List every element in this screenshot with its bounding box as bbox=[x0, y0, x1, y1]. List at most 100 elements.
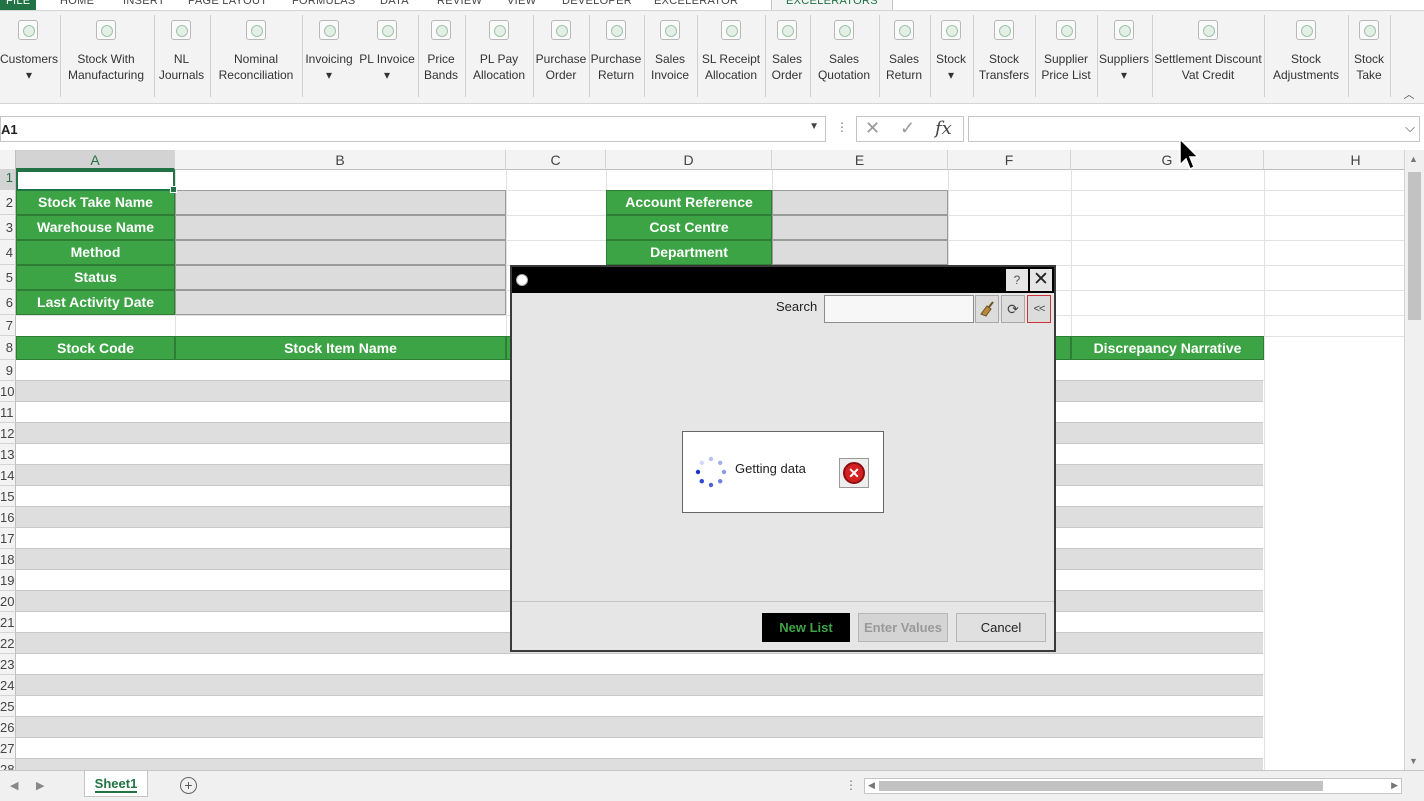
tab-developer[interactable]: DEVELOPER bbox=[562, 0, 632, 10]
name-box[interactable]: A1 ▼ bbox=[0, 116, 826, 142]
settlement-discount-vat-credit-button[interactable]: Settlement Discount Vat Credit bbox=[1152, 11, 1264, 99]
row-header[interactable]: 19 bbox=[0, 570, 16, 591]
vertical-scroll-thumb[interactable] bbox=[1408, 172, 1421, 320]
stock-take-button[interactable]: Stock Take bbox=[1348, 11, 1390, 99]
row-header[interactable]: 22 bbox=[0, 633, 16, 654]
cancel-entry-icon[interactable]: ✕ bbox=[865, 118, 880, 139]
row-header[interactable]: 1 bbox=[0, 170, 16, 190]
sl-receipt-allocation-button[interactable]: SL Receipt Allocation bbox=[697, 11, 765, 99]
table-row[interactable] bbox=[16, 738, 1263, 759]
column-header-f[interactable]: F bbox=[948, 150, 1071, 170]
tab-splitter-icon[interactable]: ⋮ bbox=[845, 778, 857, 792]
tab-data[interactable]: DATA bbox=[380, 0, 409, 10]
table-row[interactable] bbox=[16, 696, 1263, 717]
row-header[interactable]: 11 bbox=[0, 402, 16, 423]
table-row[interactable] bbox=[16, 717, 1263, 738]
row-header[interactable]: 13 bbox=[0, 444, 16, 465]
tab-formulas[interactable]: FORMULAS bbox=[292, 0, 356, 10]
horizontal-scrollbar[interactable]: ◀ ▶ bbox=[864, 778, 1402, 794]
stock-transfers-button[interactable]: Stock Transfers bbox=[973, 11, 1035, 99]
column-header-g[interactable]: G bbox=[1071, 150, 1264, 170]
tab-review[interactable]: REVIEW bbox=[437, 0, 482, 10]
cancel-loading-button[interactable]: ✕ bbox=[839, 458, 869, 488]
column-header-h[interactable]: H bbox=[1264, 150, 1404, 170]
method-cell[interactable] bbox=[175, 240, 506, 265]
row-header[interactable]: 4 bbox=[0, 240, 16, 265]
invoicing-button[interactable]: Invoicing ▾ bbox=[302, 11, 356, 99]
row-header[interactable]: 10 bbox=[0, 381, 16, 402]
account-reference-cell[interactable] bbox=[772, 190, 948, 215]
close-button[interactable]: ✕ bbox=[1030, 269, 1052, 291]
row-header[interactable]: 6 bbox=[0, 290, 16, 315]
tab-excelerators[interactable]: EXCELERATORS bbox=[771, 0, 893, 10]
collapse-button[interactable]: << bbox=[1027, 295, 1051, 323]
vertical-scrollbar[interactable]: ▲ ▼ bbox=[1404, 150, 1424, 770]
next-sheet-icon[interactable]: ▶ bbox=[36, 779, 44, 792]
previous-sheet-icon[interactable]: ◀ bbox=[10, 779, 18, 792]
table-row[interactable] bbox=[16, 675, 1263, 696]
row-header[interactable]: 24 bbox=[0, 675, 16, 696]
status-cell[interactable] bbox=[175, 265, 506, 290]
row-header[interactable]: 21 bbox=[0, 612, 16, 633]
insert-function-icon[interactable]: fx bbox=[935, 118, 952, 139]
row-header[interactable]: 26 bbox=[0, 717, 16, 738]
formula-bar-splitter-icon[interactable]: ⋮ bbox=[836, 120, 848, 134]
nominal-reconciliation-button[interactable]: Nominal Reconciliation bbox=[210, 11, 302, 99]
purchase-return-button[interactable]: Purchase Return bbox=[589, 11, 643, 99]
stock-button[interactable]: Stock ▾ bbox=[930, 11, 972, 99]
price-bands-button[interactable]: Price Bands bbox=[418, 11, 464, 99]
column-header-e[interactable]: E bbox=[772, 150, 948, 170]
dialog-title-bar[interactable]: ? ✕ bbox=[512, 267, 1054, 293]
confirm-entry-icon[interactable]: ✓ bbox=[900, 118, 915, 139]
table-row[interactable] bbox=[16, 654, 1263, 675]
row-header[interactable]: 8 bbox=[0, 336, 16, 360]
row-header[interactable]: 23 bbox=[0, 654, 16, 675]
warehouse-name-cell[interactable] bbox=[175, 215, 506, 240]
sales-return-button[interactable]: Sales Return bbox=[879, 11, 929, 99]
column-header-b[interactable]: B bbox=[175, 150, 506, 170]
table-row[interactable] bbox=[16, 759, 1263, 770]
row-header[interactable]: 15 bbox=[0, 486, 16, 507]
row-header[interactable]: 14 bbox=[0, 465, 16, 486]
add-sheet-icon[interactable]: + bbox=[180, 777, 197, 794]
row-header[interactable]: 25 bbox=[0, 696, 16, 717]
broom-icon[interactable] bbox=[975, 295, 999, 323]
expand-formula-icon[interactable]: ⌵ bbox=[1405, 120, 1415, 136]
department-cell[interactable] bbox=[772, 240, 948, 265]
cost-centre-cell[interactable] bbox=[772, 215, 948, 240]
nl-journals-button[interactable]: NL Journals bbox=[154, 11, 209, 99]
horizontal-scroll-thumb[interactable] bbox=[879, 781, 1323, 791]
sheet-tab-sheet1[interactable]: Sheet1 bbox=[84, 771, 148, 797]
scroll-down-icon[interactable]: ▼ bbox=[1409, 756, 1418, 766]
row-header[interactable]: 27 bbox=[0, 738, 16, 759]
scroll-left-icon[interactable]: ◀ bbox=[868, 780, 875, 791]
row-header[interactable]: 20 bbox=[0, 591, 16, 612]
row-header[interactable]: 18 bbox=[0, 549, 16, 570]
stock-take-name-cell[interactable] bbox=[175, 190, 506, 215]
row-header[interactable]: 16 bbox=[0, 507, 16, 528]
help-button[interactable]: ? bbox=[1006, 269, 1028, 291]
refresh-icon[interactable]: ⟳ bbox=[1001, 295, 1025, 323]
pl-pay-allocation-button[interactable]: PL Pay Allocation bbox=[465, 11, 533, 99]
customers-button[interactable]: Customers ▾ bbox=[0, 11, 58, 99]
supplier-price-list-button[interactable]: Supplier Price List bbox=[1035, 11, 1097, 99]
pl-invoice-button[interactable]: PL Invoice ▾ bbox=[358, 11, 416, 99]
tab-view[interactable]: VIEW bbox=[507, 0, 536, 10]
scroll-up-icon[interactable]: ▲ bbox=[1409, 154, 1418, 164]
select-all-corner[interactable] bbox=[0, 150, 16, 170]
tab-home[interactable]: HOME bbox=[60, 0, 94, 10]
search-input[interactable] bbox=[824, 295, 974, 323]
row-header[interactable]: 17 bbox=[0, 528, 16, 549]
enter-values-button[interactable]: Enter Values bbox=[858, 613, 948, 642]
stock-adjustments-button[interactable]: Stock Adjustments bbox=[1264, 11, 1348, 99]
tab-insert[interactable]: INSERT bbox=[123, 0, 165, 10]
row-header[interactable]: 28 bbox=[0, 759, 16, 770]
row-header[interactable]: 5 bbox=[0, 265, 16, 290]
sales-order-button[interactable]: Sales Order bbox=[765, 11, 809, 99]
new-list-button[interactable]: New List bbox=[762, 613, 850, 642]
row-header[interactable]: 7 bbox=[0, 315, 16, 336]
ribbon-collapse-icon[interactable]: ︿ bbox=[1402, 89, 1416, 101]
chevron-down-icon[interactable]: ▼ bbox=[809, 121, 819, 132]
tab-file[interactable]: FILE bbox=[0, 0, 37, 10]
row-header[interactable]: 9 bbox=[0, 360, 16, 381]
